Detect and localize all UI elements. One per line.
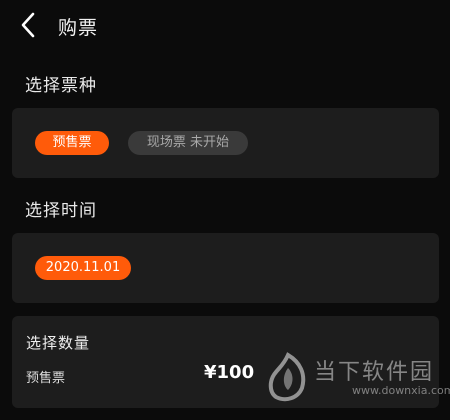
- quantity-ticket-name: 预售票: [26, 371, 66, 386]
- purchase-screen: 购票 选择票种 预售票 现场票 未开始 选择时间 2020.11.01 选择数量…: [0, 0, 450, 420]
- watermark-brand: 当下软件园: [314, 360, 435, 385]
- back-button[interactable]: [14, 10, 44, 40]
- time-label: 选择时间: [25, 201, 97, 221]
- chevron-left-icon: [21, 12, 35, 38]
- ticket-price: ¥100: [204, 362, 255, 383]
- ticket-type-card: 预售票 现场票 未开始: [12, 108, 439, 178]
- quantity-label: 选择数量: [26, 334, 91, 352]
- ticket-type-label: 选择票种: [25, 76, 97, 96]
- date-option[interactable]: 2020.11.01: [35, 256, 131, 280]
- downxia-logo-icon: [266, 352, 310, 404]
- ticket-option-onsite[interactable]: 现场票 未开始: [128, 131, 248, 155]
- time-card: 2020.11.01: [12, 233, 439, 303]
- top-bar: 购票: [0, 0, 450, 52]
- page-title: 购票: [58, 17, 99, 39]
- ticket-option-presale[interactable]: 预售票: [35, 131, 109, 155]
- watermark: 当下软件园 www.downxia.com: [262, 348, 450, 408]
- watermark-url: www.downxia.com: [352, 384, 450, 397]
